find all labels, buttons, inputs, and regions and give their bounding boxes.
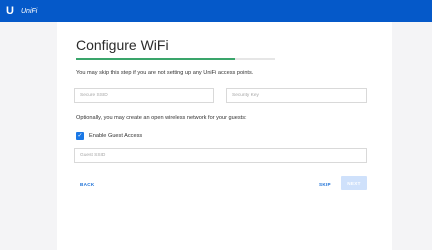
skip-button[interactable]: SKIP (319, 182, 331, 187)
guest-network-prompt: Optionally, you may create an open wirel… (76, 115, 247, 121)
enable-guest-access-label[interactable]: Enable Guest Access (89, 133, 142, 139)
skip-instruction-text: You may skip this step if you are not se… (76, 70, 254, 76)
checkmark-icon: ✓ (77, 133, 83, 139)
wizard-progress-fill (76, 58, 236, 60)
wizard-progress-bar (76, 58, 275, 60)
unifi-logo-icon: U (6, 5, 14, 17)
top-bar: U UniFi (0, 0, 432, 22)
enable-guest-access-checkbox[interactable]: ✓ (76, 132, 84, 140)
page-title: Configure WiFi (76, 37, 169, 53)
enable-guest-access-row[interactable]: ✓ Enable Guest Access (76, 132, 142, 140)
unifi-logo: U UniFi (6, 5, 37, 17)
configure-wifi-card: Configure WiFi You may skip this step if… (57, 22, 392, 250)
guest-ssid-input[interactable] (74, 148, 367, 163)
back-button[interactable]: BACK (80, 182, 94, 187)
security-key-input[interactable] (226, 88, 367, 103)
logo-text: UniFi (21, 7, 38, 15)
secure-ssid-input[interactable] (74, 88, 214, 103)
next-button[interactable]: NEXT (341, 176, 367, 190)
